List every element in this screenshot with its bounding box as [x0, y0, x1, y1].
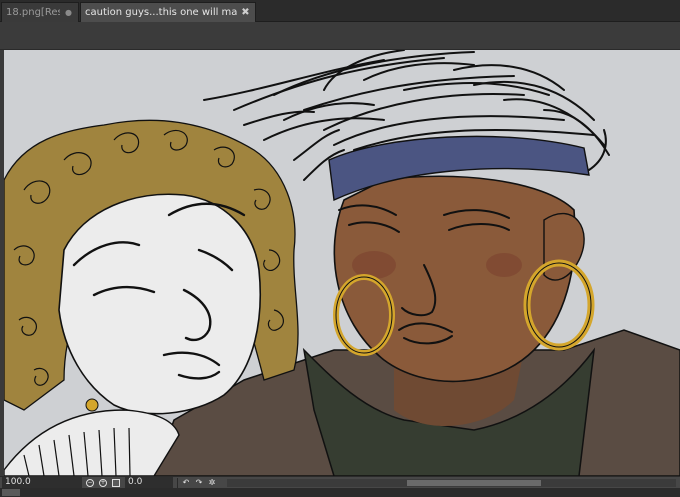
zoom-in-icon[interactable]: +: [98, 478, 108, 488]
document-tab[interactable]: 18.png[Restored ●: [1, 2, 79, 22]
toolbar-strip: [0, 22, 680, 50]
close-icon[interactable]: ●: [63, 7, 74, 18]
document-tab-active[interactable]: caution guys...this one will make you cr…: [80, 2, 256, 22]
panel-button[interactable]: [2, 489, 20, 496]
horizontal-scrollbar[interactable]: [227, 478, 676, 487]
illustration: [4, 50, 680, 476]
canvas-area[interactable]: [0, 50, 680, 476]
rotate-right-icon[interactable]: ↷: [194, 478, 204, 488]
close-icon[interactable]: ✖: [240, 7, 251, 18]
divider: [177, 477, 178, 488]
bottom-panel: [0, 488, 680, 497]
zoom-out-icon[interactable]: −: [85, 478, 95, 488]
tab-label: caution guys...this one will make you cr…: [85, 7, 237, 18]
rotate-left-icon[interactable]: ↶: [181, 478, 191, 488]
reset-rotation-icon[interactable]: ✲: [207, 478, 217, 488]
scrollbar-thumb[interactable]: [406, 479, 542, 486]
document-tab-bar: 18.png[Restored ● caution guys...this on…: [0, 0, 680, 22]
rotation-field[interactable]: 0.0: [125, 477, 173, 488]
tab-label: 18.png[Restored: [6, 7, 60, 18]
zoom-field[interactable]: 100.0: [2, 477, 82, 488]
status-bar: 100.0 − + 0.0 ↶ ↷ ✲: [0, 476, 680, 488]
fit-canvas-icon[interactable]: [111, 478, 121, 488]
drawing-canvas[interactable]: [4, 50, 680, 476]
